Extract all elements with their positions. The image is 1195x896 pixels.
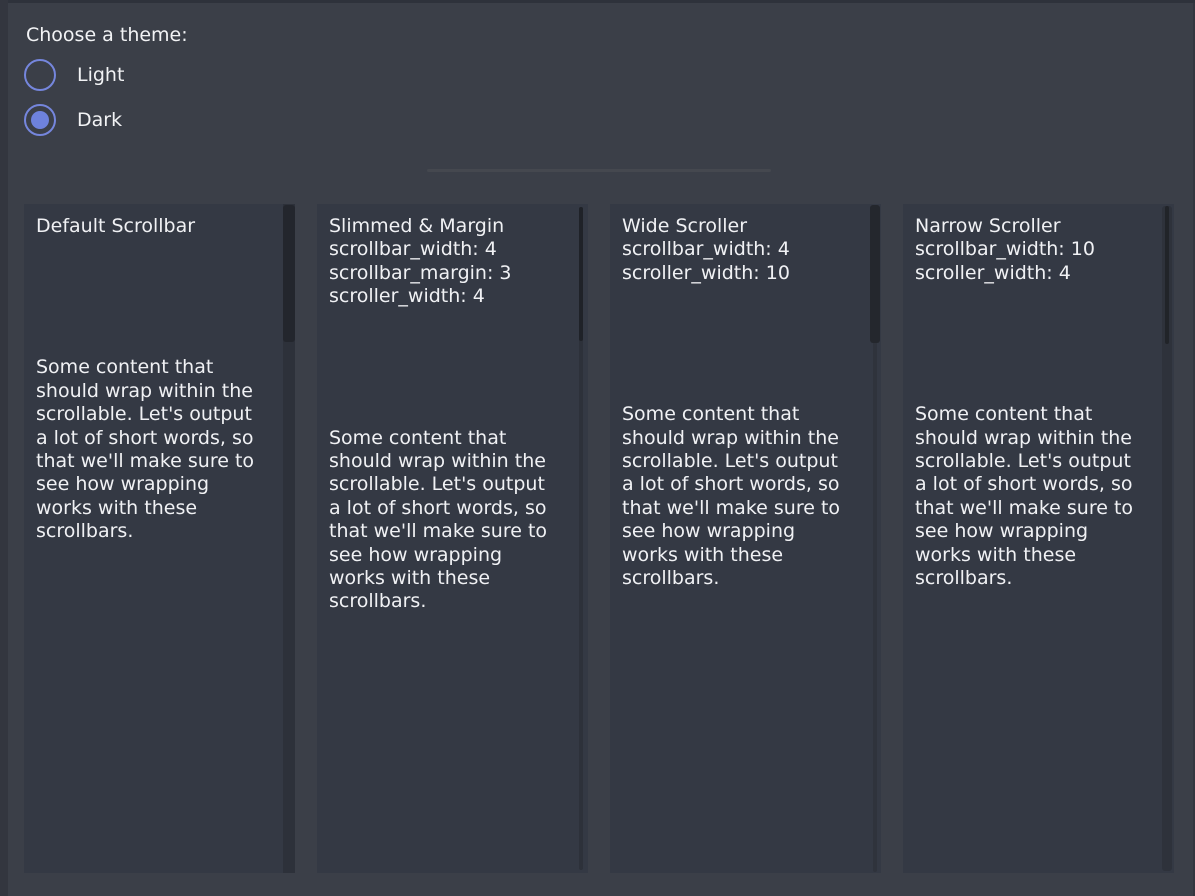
radio-icon-light[interactable]: [24, 59, 56, 91]
radio-option-light[interactable]: Light: [24, 59, 124, 91]
panel-wide-scroller: Wide Scroller scrollbar_width: 4 scrolle…: [610, 204, 881, 873]
panel-content: Some content that should wrap within the…: [329, 427, 568, 614]
radio-dot-icon: [31, 111, 49, 129]
scrollbar-thumb[interactable]: [283, 205, 295, 342]
scrollbar-thumb[interactable]: [870, 205, 880, 343]
panel-content: Some content that should wrap within the…: [36, 356, 275, 543]
section-divider: [427, 169, 771, 172]
panel-title: Default Scrollbar: [36, 215, 269, 238]
scrollbar-thumb[interactable]: [579, 207, 583, 341]
panel-slimmed-margin: Slimmed & Margin scrollbar_width: 4 scro…: [317, 204, 588, 873]
panel-narrow-scroller: Narrow Scroller scrollbar_width: 10 scro…: [903, 204, 1174, 873]
panel-title: Wide Scroller scrollbar_width: 4 scrolle…: [622, 215, 855, 285]
panel-title: Slimmed & Margin scrollbar_width: 4 scro…: [329, 215, 562, 309]
radio-label-dark: Dark: [77, 109, 122, 131]
radio-label-light: Light: [77, 64, 124, 86]
panel-content: Some content that should wrap within the…: [915, 403, 1154, 590]
app-window: Choose a theme: Light Dark Default Scrol…: [0, 0, 1195, 896]
theme-chooser-label: Choose a theme:: [26, 24, 188, 46]
scrollbar-demo-columns: Default Scrollbar Some content that shou…: [24, 204, 1174, 873]
panel-title: Narrow Scroller scrollbar_width: 10 scro…: [915, 215, 1148, 285]
radio-icon-dark[interactable]: [24, 104, 56, 136]
radio-option-dark[interactable]: Dark: [24, 104, 122, 136]
panel-default-scrollbar: Default Scrollbar Some content that shou…: [24, 204, 295, 873]
scrollbar-thumb[interactable]: [1165, 206, 1169, 344]
panel-content: Some content that should wrap within the…: [622, 403, 861, 590]
